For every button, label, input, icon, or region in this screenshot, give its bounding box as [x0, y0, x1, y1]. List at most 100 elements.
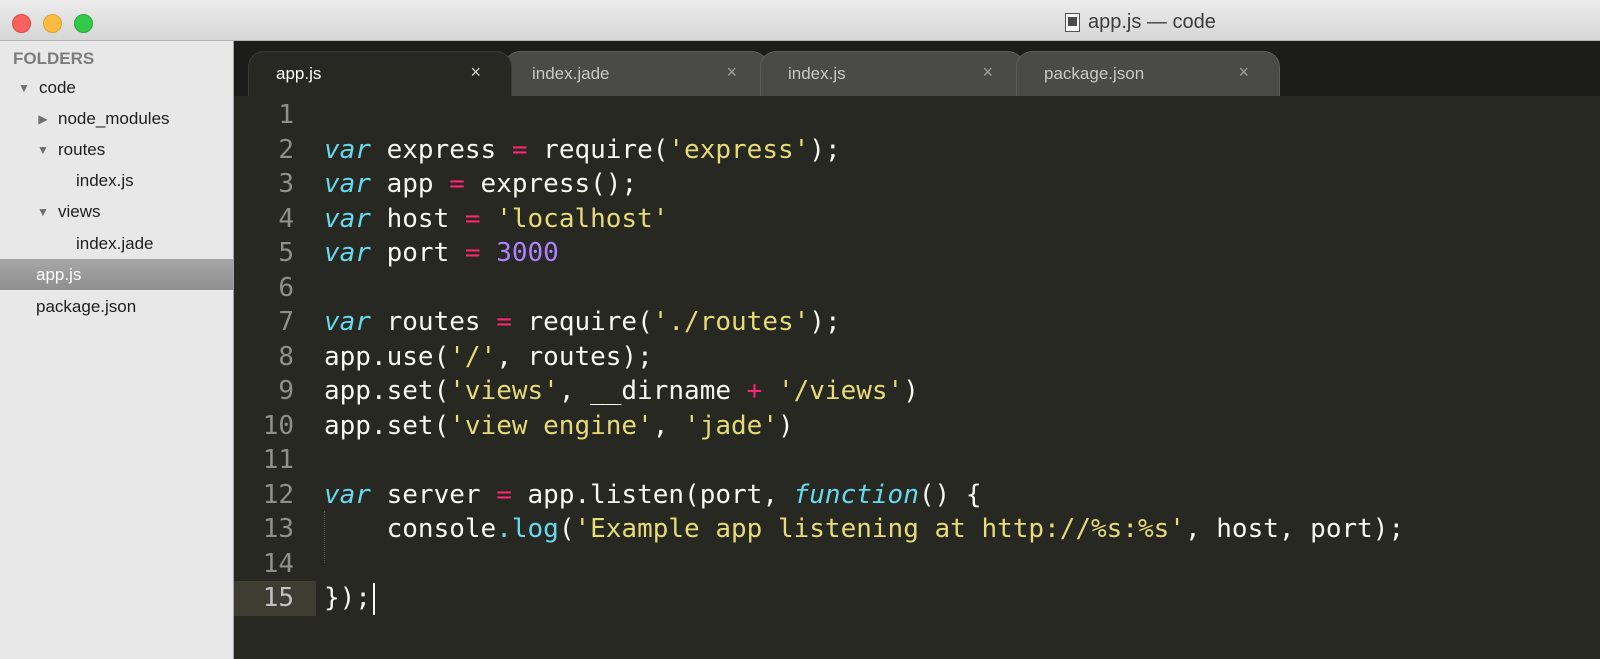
code-token-str: '/views': [777, 376, 904, 406]
line-number-gutter: 1 2 3 4 5 6 7 8 9 10 11 12 13 14 15: [234, 96, 316, 659]
code-line[interactable]: var port = 3000: [324, 236, 559, 271]
close-icon[interactable]: ×: [470, 62, 481, 83]
line-number: 15: [234, 581, 316, 616]
code-token-plain: require(: [527, 134, 669, 165]
code-line[interactable]: console.log('Example app listening at ht…: [324, 512, 1405, 547]
code-token-op: =: [464, 238, 481, 268]
code-line[interactable]: var host = 'localhost': [324, 202, 668, 237]
code-token-str: 'localhost': [496, 203, 669, 234]
sidebar-item-label: index.jade: [76, 233, 154, 253]
code-token-plain: ): [903, 376, 919, 406]
document-icon: [1065, 12, 1080, 32]
code-token-str: '/': [449, 341, 497, 372]
code-token-kw: var: [324, 134, 371, 165]
window-title: app.js — code: [1065, 11, 1216, 33]
code-line[interactable]: var server = app.listen(port, function()…: [324, 478, 981, 513]
line-number: 3: [278, 169, 294, 199]
tab-package-json[interactable]: package.json ×: [1016, 51, 1280, 96]
tab-label: package.json: [1044, 64, 1145, 83]
close-icon[interactable]: ×: [982, 62, 993, 83]
code-token-plain: , routes);: [496, 341, 653, 372]
close-icon[interactable]: ×: [726, 62, 737, 83]
code-line[interactable]: var routes = require('./routes');: [324, 305, 841, 340]
code-token-plain: ,: [652, 410, 685, 441]
code-token-plain: });: [324, 583, 371, 613]
code-line[interactable]: app.set('view engine', 'jade'): [324, 409, 794, 444]
code-token-op: =: [511, 134, 528, 165]
code-token-op: =: [496, 479, 512, 510]
code-token-str: './routes': [652, 307, 810, 337]
chevron-down-icon[interactable]: ▼: [36, 143, 50, 157]
code-token-op: =: [496, 307, 512, 337]
tab-label: index.jade: [532, 64, 610, 83]
code-area[interactable]: var express = require('express'); var app…: [324, 96, 1594, 659]
sidebar-item-views[interactable]: ▼ views: [0, 196, 233, 227]
chevron-down-icon[interactable]: ▼: [17, 81, 31, 95]
code-token-plain: app.set(: [324, 410, 450, 441]
zoom-window-icon[interactable]: [74, 14, 93, 33]
code-token-str: 'Example app listening at http://%s:%s': [574, 514, 1185, 544]
text-caret: [372, 582, 375, 615]
code-token-op: =: [464, 203, 481, 234]
code-token-num: 3000: [496, 238, 559, 268]
close-icon[interactable]: ×: [1238, 62, 1249, 83]
sidebar-item-package-json[interactable]: package.json: [0, 291, 233, 322]
code-token-plain: );: [809, 307, 841, 337]
code-line[interactable]: app.set('views', __dirname + '/views'): [324, 374, 919, 409]
tab-index-jade[interactable]: index.jade ×: [504, 51, 768, 96]
sidebar-item-index-js[interactable]: index.js: [0, 165, 233, 196]
sidebar-item-app-js[interactable]: app.js: [0, 259, 233, 290]
chevron-down-icon[interactable]: ▼: [36, 205, 50, 219]
code-token-prop: .log: [496, 514, 559, 544]
code-token-fn: function: [793, 479, 919, 510]
code-editor[interactable]: 1 2 3 4 5 6 7 8 9 10 11 12 13 14 15 var express = requ…: [234, 96, 1600, 659]
code-token-str: 'view engine': [449, 410, 653, 441]
line-number: 7: [278, 307, 294, 337]
line-number: 13: [262, 514, 294, 544]
sidebar-item-routes[interactable]: ▼ routes: [0, 134, 233, 165]
line-number: 4: [278, 203, 294, 234]
code-line[interactable]: var app = express();: [324, 167, 637, 202]
code-token-plain: console: [324, 514, 497, 544]
code-token-plain: , host, port);: [1184, 514, 1405, 544]
sidebar-item-label: app.js: [36, 264, 82, 284]
sidebar-item-node-modules[interactable]: ▶ node_modules: [0, 103, 233, 134]
sidebar-item-label: code: [39, 77, 76, 97]
code-token-plain: , __dirname: [558, 376, 747, 406]
code-line[interactable]: });: [324, 581, 375, 616]
line-number: 11: [262, 445, 294, 475]
tab-index-js[interactable]: index.js ×: [760, 51, 1024, 96]
code-token-plain: app.set(: [324, 376, 450, 406]
minimize-window-icon[interactable]: [43, 14, 62, 33]
code-token-op: +: [746, 376, 763, 406]
code-line[interactable]: var express = require('express');: [324, 133, 841, 168]
line-number: 12: [262, 479, 294, 510]
tab-app-js[interactable]: app.js ×: [248, 51, 512, 96]
code-token-plain: (: [558, 514, 575, 544]
sidebar-item-label: index.js: [76, 170, 134, 190]
sidebar-item-label: node_modules: [58, 108, 170, 128]
chevron-right-icon[interactable]: ▶: [36, 112, 50, 126]
code-line[interactable]: app.use('/', routes);: [324, 340, 653, 375]
close-window-icon[interactable]: [12, 14, 31, 33]
line-number: 2: [278, 134, 294, 165]
code-token-kw: var: [324, 307, 371, 337]
sidebar-item-code[interactable]: ▼ code: [0, 72, 233, 103]
code-token-plain: host: [370, 203, 465, 234]
code-token-kw: var: [324, 203, 371, 234]
sidebar-item-index-jade[interactable]: index.jade: [0, 228, 233, 259]
folders-header: FOLDERS: [13, 49, 95, 68]
tab-bar: app.js × index.jade × index.js × package.json ×: [234, 41, 1600, 96]
code-token-plain: app.use(: [324, 341, 450, 372]
code-token-plain: );: [809, 134, 841, 165]
tab-label: index.js: [788, 64, 846, 83]
line-number: 8: [278, 341, 294, 372]
tab-label: app.js: [276, 64, 322, 83]
line-number: 14: [262, 548, 294, 579]
code-token-kw: var: [324, 238, 371, 268]
line-number: 1: [278, 100, 294, 130]
code-token-plain: routes: [370, 307, 497, 337]
code-token-str: 'jade': [684, 410, 778, 441]
code-token-plain: () {: [918, 479, 982, 510]
